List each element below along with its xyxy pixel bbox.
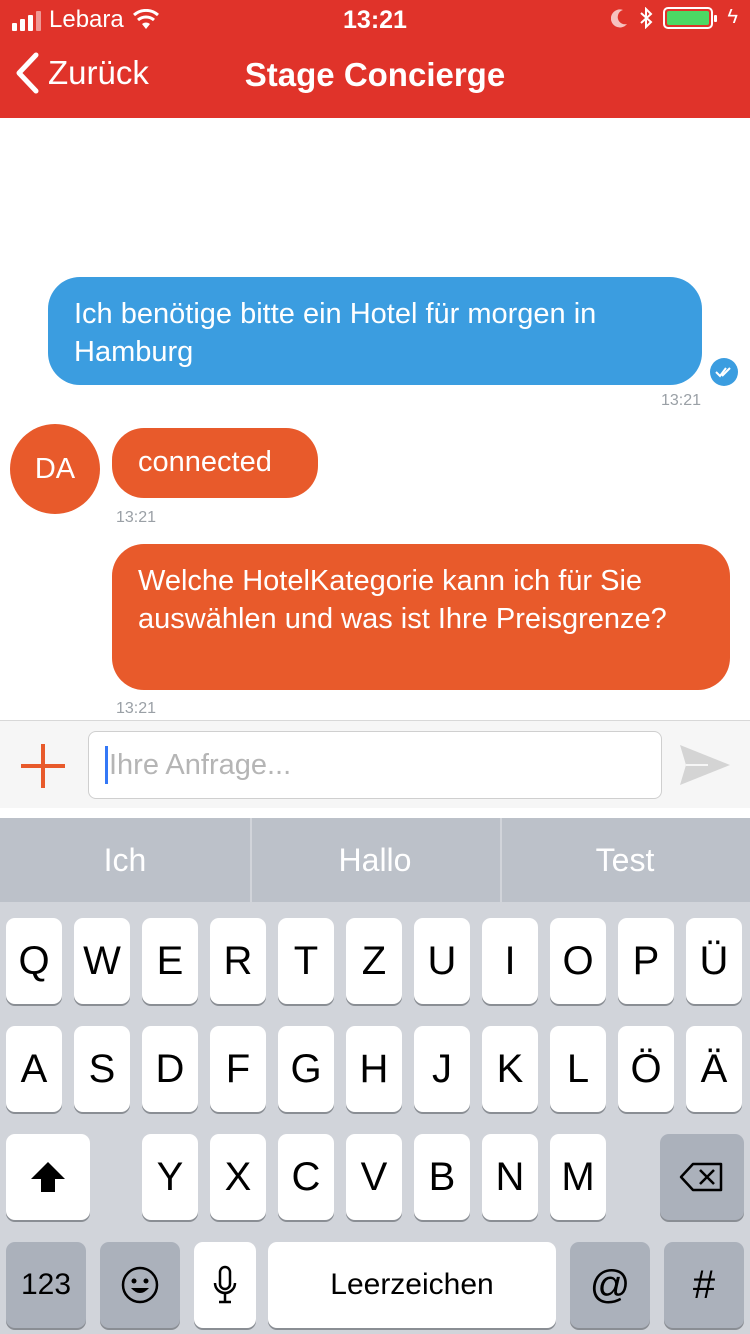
key[interactable]: L [550, 1026, 606, 1112]
key[interactable]: F [210, 1026, 266, 1112]
key[interactable]: Ö [618, 1026, 674, 1112]
keyboard: Ich Hallo Test Q W E R T Z U I O P Ü A S… [0, 818, 750, 1334]
key[interactable]: N [482, 1134, 538, 1220]
page-title: Stage Concierge [244, 56, 506, 93]
suggestion-item[interactable]: Ich [0, 818, 250, 902]
read-check-icon [710, 358, 738, 386]
shift-key[interactable] [6, 1134, 90, 1220]
plus-icon[interactable] [18, 741, 68, 791]
message-bubble-agent: Welche HotelKategorie kann ich für Sie a… [112, 544, 730, 690]
key[interactable]: W [74, 918, 130, 1004]
bluetooth-icon [640, 6, 653, 29]
backspace-key[interactable] [660, 1134, 744, 1220]
key[interactable]: X [210, 1134, 266, 1220]
avatar: DA [10, 424, 100, 514]
key[interactable]: Y [142, 1134, 198, 1220]
message-timestamp: 13:21 [661, 392, 702, 409]
chat-area[interactable]: Ich benötige bitte ein Hotel für morgen … [0, 118, 750, 720]
key[interactable]: B [414, 1134, 470, 1220]
moon-icon [611, 8, 628, 27]
key[interactable]: Q [6, 918, 62, 1004]
message-bubble-user: Ich benötige bitte ein Hotel für morgen … [48, 277, 702, 385]
message-timestamp: 13:21 [116, 509, 157, 526]
numbers-key[interactable]: 123 [6, 1242, 86, 1328]
battery-icon [663, 6, 718, 29]
navigation-bar: Zurück Stage Concierge [0, 40, 750, 118]
space-key[interactable]: Leerzeichen [268, 1242, 556, 1328]
at-key[interactable]: @ [570, 1242, 650, 1328]
microphone-key[interactable] [194, 1242, 256, 1328]
key[interactable]: Z [346, 918, 402, 1004]
suggestion-bar: Ich Hallo Test [0, 818, 750, 902]
message-bubble-agent: connected [112, 428, 318, 498]
key[interactable]: Ä [686, 1026, 742, 1112]
message-input-placeholder: Ihre Anfrage... [109, 748, 292, 781]
key[interactable]: T [278, 918, 334, 1004]
key[interactable]: C [278, 1134, 334, 1220]
key[interactable]: M [550, 1134, 606, 1220]
key[interactable]: E [142, 918, 198, 1004]
key[interactable]: R [210, 918, 266, 1004]
key[interactable]: O [550, 918, 606, 1004]
key[interactable]: V [346, 1134, 402, 1220]
key[interactable]: A [6, 1026, 62, 1112]
composer-bar: Ihre Anfrage... [0, 720, 750, 808]
text-caret [105, 746, 108, 784]
key[interactable]: P [618, 918, 674, 1004]
charging-icon: ϟ [727, 6, 738, 28]
key[interactable]: S [74, 1026, 130, 1112]
key[interactable]: Ü [686, 918, 742, 1004]
shift-icon [31, 1162, 65, 1192]
backspace-icon [679, 1162, 723, 1192]
key[interactable]: D [142, 1026, 198, 1112]
suggestion-item[interactable]: Hallo [250, 818, 500, 902]
hash-key[interactable]: # [664, 1242, 744, 1328]
key[interactable]: U [414, 918, 470, 1004]
status-right: ϟ [611, 6, 738, 29]
emoji-key[interactable] [100, 1242, 180, 1328]
microphone-icon [213, 1265, 237, 1304]
emoji-icon [121, 1266, 159, 1304]
status-bar: Lebara 13:21 ϟ [0, 0, 750, 40]
key[interactable]: J [414, 1026, 470, 1112]
suggestion-item[interactable]: Test [500, 818, 750, 902]
message-timestamp: 13:21 [116, 700, 157, 717]
key[interactable]: H [346, 1026, 402, 1112]
key[interactable]: G [278, 1026, 334, 1112]
key[interactable]: K [482, 1026, 538, 1112]
key[interactable]: I [482, 918, 538, 1004]
message-input[interactable]: Ihre Anfrage... [88, 731, 662, 799]
send-icon[interactable] [678, 743, 732, 787]
